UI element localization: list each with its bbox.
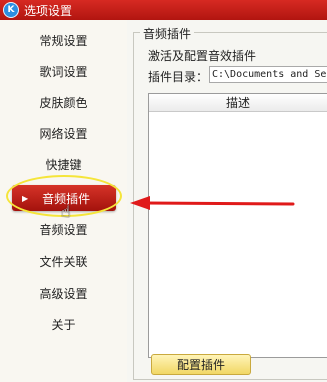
sidebar-item-skin[interactable]: 皮肤颜色 bbox=[0, 87, 127, 118]
sidebar-item-network[interactable]: 网络设置 bbox=[0, 118, 127, 149]
sidebar-item-label: 快捷键 bbox=[45, 158, 82, 172]
plugin-description: 激活及配置音效插件 bbox=[148, 49, 257, 63]
plugin-list[interactable]: 描述 bbox=[148, 93, 327, 358]
sidebar-item-label: 网络设置 bbox=[39, 127, 88, 141]
sidebar-item-advanced[interactable]: 高级设置 bbox=[0, 278, 127, 309]
sidebar-item-label: 歌词设置 bbox=[39, 65, 88, 79]
settings-panel: 音频插件 激活及配置音效插件 插件目录： C:\Documents and Se… bbox=[127, 20, 327, 382]
sidebar-item-label: 音频设置 bbox=[39, 223, 88, 237]
configure-plugin-button[interactable]: 配置插件 bbox=[151, 354, 251, 375]
sidebar: 常规设置 歌词设置 皮肤颜色 网络设置 快捷键 ▶ 音频插件 音频设置 文件关联… bbox=[0, 20, 127, 382]
hand-cursor-icon: ☝ bbox=[61, 202, 71, 221]
title-bar: K 选项设置 bbox=[0, 0, 327, 20]
sidebar-item-general[interactable]: 常规设置 bbox=[0, 25, 127, 56]
caret-right-icon: ▶ bbox=[22, 193, 29, 203]
sidebar-item-label: 皮肤颜色 bbox=[39, 96, 88, 110]
sidebar-item-file-association[interactable]: 文件关联 bbox=[0, 246, 127, 277]
sidebar-item-label: 关于 bbox=[51, 318, 76, 332]
list-header-label: 描述 bbox=[225, 96, 250, 110]
group-title: 音频插件 bbox=[140, 25, 195, 42]
sidebar-item-hotkeys[interactable]: 快捷键 bbox=[0, 149, 127, 180]
plugin-dir-field[interactable]: C:\Documents and Se bbox=[209, 66, 327, 83]
list-header-description[interactable]: 描述 bbox=[149, 94, 327, 112]
window-title: 选项设置 bbox=[24, 3, 73, 18]
sidebar-item-label: 高级设置 bbox=[39, 287, 88, 301]
sidebar-item-about[interactable]: 关于 bbox=[0, 309, 127, 340]
sidebar-item-label: 文件关联 bbox=[39, 255, 88, 269]
app-logo-icon: K bbox=[3, 2, 19, 18]
plugin-dir-label: 插件目录： bbox=[148, 70, 209, 84]
content-area: 常规设置 歌词设置 皮肤颜色 网络设置 快捷键 ▶ 音频插件 音频设置 文件关联… bbox=[0, 20, 327, 382]
sidebar-item-lyrics[interactable]: 歌词设置 bbox=[0, 56, 127, 87]
sidebar-item-label: 常规设置 bbox=[39, 34, 88, 48]
configure-plugin-label: 配置插件 bbox=[176, 358, 225, 372]
